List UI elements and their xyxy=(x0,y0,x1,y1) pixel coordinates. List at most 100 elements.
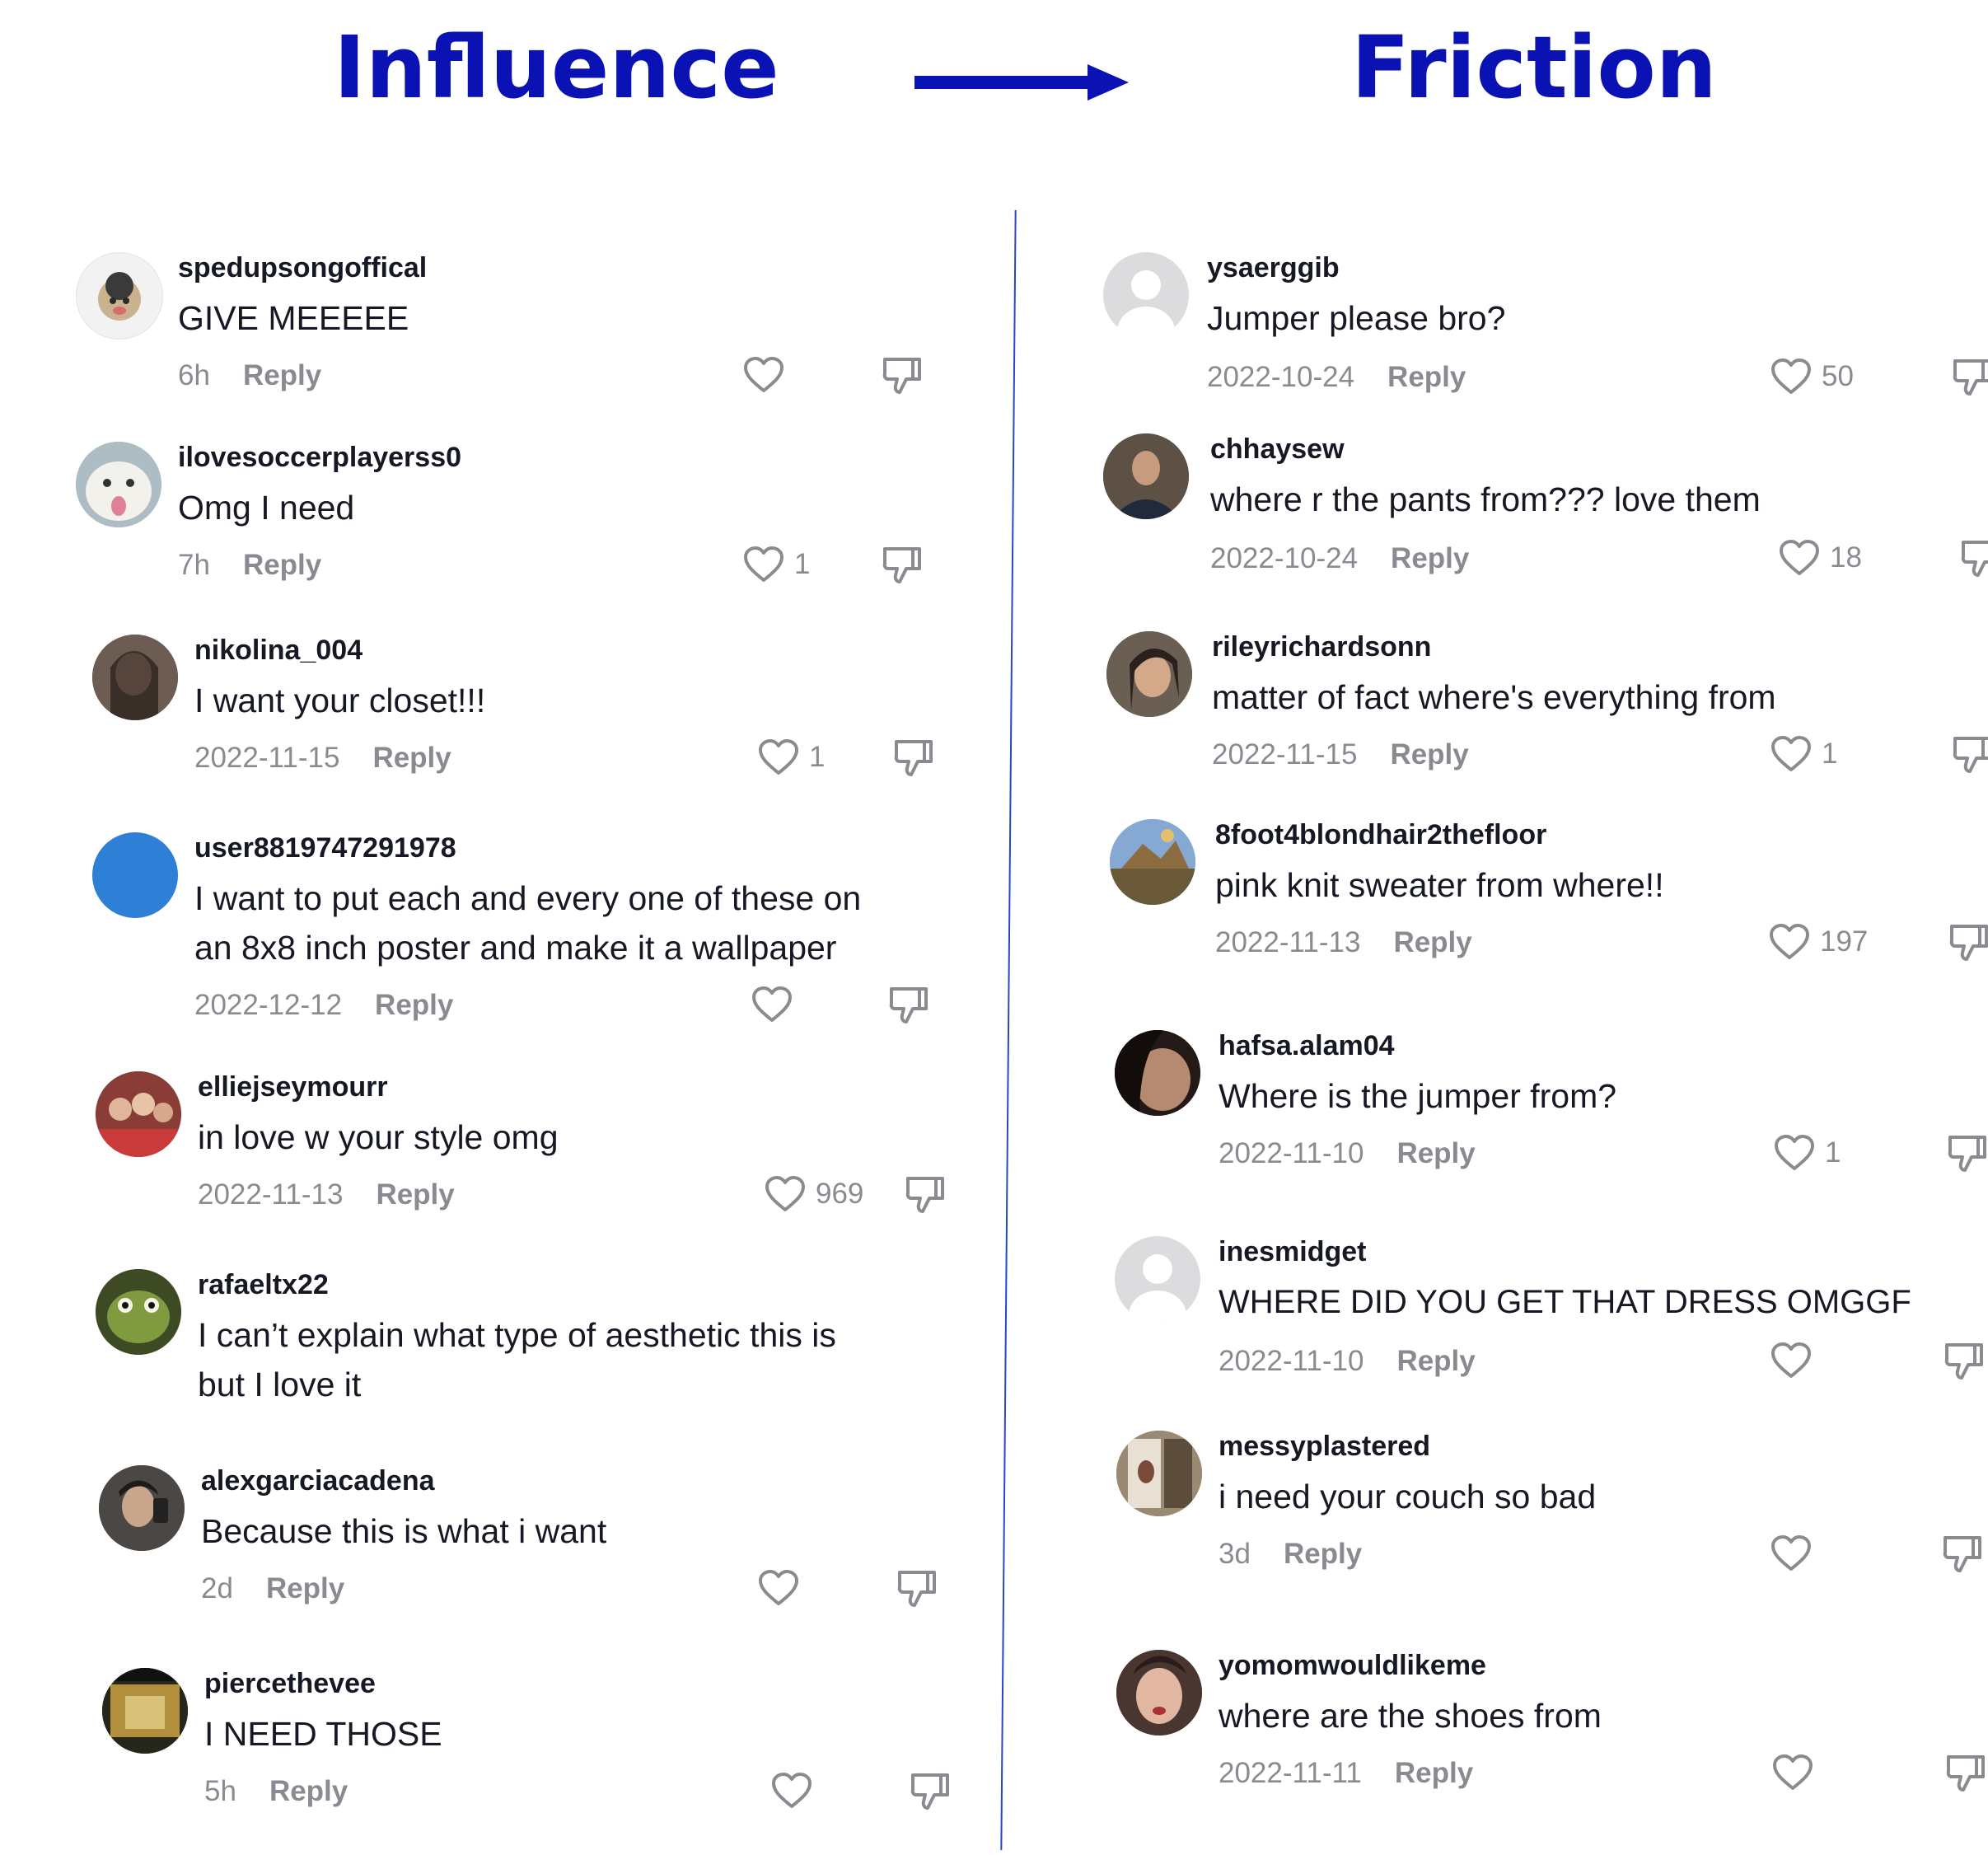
thumbs-down-icon xyxy=(1953,359,1988,396)
reply-button[interactable]: Reply xyxy=(1387,361,1466,393)
avatar[interactable] xyxy=(96,1269,181,1355)
like-button[interactable]: 50 xyxy=(1770,356,1854,397)
comment-username[interactable]: ilovesoccerplayerss0 xyxy=(178,442,461,474)
avatar[interactable] xyxy=(76,442,161,527)
reply-button[interactable]: Reply xyxy=(1396,1137,1475,1169)
comment-text: I want to put each and every one of thes… xyxy=(194,879,862,917)
comment-username[interactable]: yomomwouldlikeme xyxy=(1219,1650,1486,1682)
avatar[interactable] xyxy=(1116,1650,1202,1736)
reply-button[interactable]: Reply xyxy=(1393,926,1471,958)
reply-button[interactable]: Reply xyxy=(1284,1538,1362,1570)
dislike-button[interactable] xyxy=(1960,537,1988,579)
dislike-button[interactable] xyxy=(1942,1533,1983,1574)
like-button[interactable] xyxy=(743,354,794,396)
comment-username[interactable]: alexgarciacadena xyxy=(201,1465,435,1497)
dislike-button[interactable] xyxy=(1952,733,1988,775)
dislike-button[interactable] xyxy=(882,544,923,585)
comment-username[interactable]: ysaerggib xyxy=(1207,252,1340,284)
avatar[interactable] xyxy=(102,1668,188,1754)
heart-icon xyxy=(772,1773,812,1808)
dislike-button[interactable] xyxy=(882,354,923,396)
heart-icon xyxy=(759,1570,798,1605)
avatar[interactable] xyxy=(1103,433,1189,519)
avatar[interactable] xyxy=(1106,631,1192,717)
avatar[interactable] xyxy=(96,1071,181,1157)
dislike-button[interactable] xyxy=(905,1173,946,1215)
comment-username[interactable]: chhaysew xyxy=(1210,433,1345,466)
avatar[interactable] xyxy=(92,635,178,720)
comment-text-line-2: an 8x8 inch poster and make it a wallpap… xyxy=(194,929,837,967)
reply-button[interactable]: Reply xyxy=(375,989,453,1021)
thumbs-down-icon xyxy=(1953,737,1988,773)
comment-time: 2d xyxy=(201,1572,233,1604)
dislike-button[interactable] xyxy=(888,984,929,1025)
like-button[interactable] xyxy=(758,1567,809,1609)
comment-meta: 2022-10-24 Reply xyxy=(1210,542,1469,575)
avatar[interactable] xyxy=(1116,1431,1202,1516)
avatar[interactable] xyxy=(1103,252,1189,338)
comment-username[interactable]: elliejseymourr xyxy=(198,1071,388,1103)
reply-button[interactable]: Reply xyxy=(1396,1345,1475,1377)
avatar[interactable] xyxy=(1110,819,1195,905)
comment-text: GIVE MEEEEE xyxy=(178,299,409,337)
like-count: 1 xyxy=(1825,1136,1841,1169)
heart-icon xyxy=(765,1176,805,1211)
comment-text: matter of fact where's everything from xyxy=(1212,678,1776,716)
heart-icon xyxy=(1771,1535,1811,1571)
heart-icon xyxy=(1773,1754,1813,1790)
comment-username[interactable]: inesmidget xyxy=(1219,1236,1366,1268)
reply-button[interactable]: Reply xyxy=(243,549,321,581)
dislike-button[interactable] xyxy=(1948,921,1988,963)
avatar[interactable] xyxy=(1115,1236,1200,1322)
reply-button[interactable]: Reply xyxy=(1395,1757,1473,1789)
reply-button[interactable]: Reply xyxy=(266,1572,344,1604)
like-button[interactable]: 197 xyxy=(1769,921,1868,963)
comment-item: rileyrichardsonn matter of fact where's … xyxy=(1106,631,1988,804)
like-button[interactable] xyxy=(771,1770,822,1811)
thumbs-down-icon xyxy=(1948,1136,1986,1172)
comment-username[interactable]: piercethevee xyxy=(204,1668,376,1700)
comment-item: messyplastered i need your couch so bad … xyxy=(1116,1431,1988,1604)
like-button[interactable]: 1 xyxy=(743,544,810,585)
avatar[interactable] xyxy=(76,252,163,340)
reply-button[interactable]: Reply xyxy=(243,359,321,391)
comment-username[interactable]: user8819747291978 xyxy=(194,832,456,864)
comment-username[interactable]: hafsa.alam04 xyxy=(1219,1030,1395,1062)
reply-button[interactable]: Reply xyxy=(372,742,451,774)
comment-username[interactable]: rafaeltx22 xyxy=(198,1269,329,1301)
thumbs-down-icon xyxy=(905,1177,944,1213)
comment-item: yomomwouldlikeme where are the shoes fro… xyxy=(1116,1650,1988,1823)
reply-button[interactable]: Reply xyxy=(1390,738,1468,771)
reply-button[interactable]: Reply xyxy=(1391,542,1469,574)
like-button[interactable]: 1 xyxy=(1774,1132,1841,1173)
dislike-button[interactable] xyxy=(1952,356,1988,397)
avatar[interactable] xyxy=(99,1465,185,1551)
dislike-button[interactable] xyxy=(1947,1132,1988,1173)
comment-username[interactable]: messyplastered xyxy=(1219,1431,1430,1463)
comment-text: I want your closet!!! xyxy=(194,682,486,719)
dislike-button[interactable] xyxy=(893,737,934,778)
like-button[interactable] xyxy=(751,984,802,1025)
like-button[interactable]: 18 xyxy=(1779,537,1862,579)
like-button[interactable] xyxy=(1772,1752,1823,1793)
dislike-button[interactable] xyxy=(1945,1752,1986,1793)
avatar[interactable] xyxy=(92,832,178,918)
like-button[interactable] xyxy=(1770,1340,1822,1381)
like-button[interactable]: 1 xyxy=(758,737,825,778)
comment-username[interactable]: nikolina_004 xyxy=(194,635,363,667)
like-button[interactable]: 969 xyxy=(765,1173,863,1215)
dislike-button[interactable] xyxy=(896,1567,938,1609)
dislike-button[interactable] xyxy=(1944,1340,1985,1381)
reply-button[interactable]: Reply xyxy=(269,1775,348,1807)
comment-time: 2022-11-11 xyxy=(1219,1757,1362,1789)
avatar[interactable] xyxy=(1115,1030,1200,1116)
comment-username[interactable]: rileyrichardsonn xyxy=(1212,631,1431,663)
comment-text: where r the pants from??? love them xyxy=(1210,480,1761,518)
like-button[interactable]: 1 xyxy=(1770,733,1837,775)
comment-item: piercethevee I NEED THOSE 5h Reply xyxy=(102,1668,1041,1841)
like-button[interactable] xyxy=(1770,1533,1822,1574)
comment-username[interactable]: 8foot4blondhair2thefloor xyxy=(1215,819,1546,851)
comment-username[interactable]: spedupsongoffical xyxy=(178,252,427,284)
reply-button[interactable]: Reply xyxy=(376,1178,454,1211)
dislike-button[interactable] xyxy=(910,1770,951,1811)
